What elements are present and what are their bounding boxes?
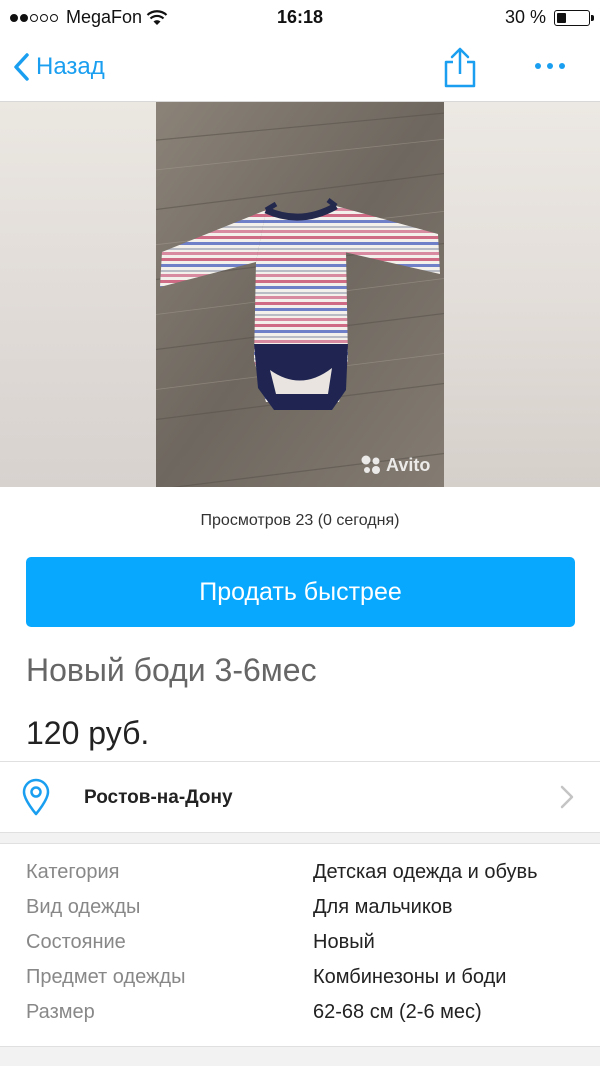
location-name: Ростов-на-Дону [84, 787, 233, 808]
location-pin-icon [22, 778, 50, 816]
param-value: Для мальчиков [313, 896, 453, 918]
product-photo [156, 102, 444, 487]
back-button[interactable]: Назад [12, 52, 105, 82]
param-value: Детская одежда и обувь [313, 861, 538, 883]
bottom-separator [0, 1046, 600, 1066]
back-label: Назад [36, 53, 105, 80]
battery-level [557, 12, 566, 23]
bodysuit-photo-image [156, 102, 444, 487]
battery-info: 30 % [504, 7, 594, 28]
battery-percent: 30 % [504, 7, 546, 27]
status-bar: MegaFon 16:18 30 % [0, 0, 600, 36]
param-label: Размер [26, 1001, 95, 1023]
location-row[interactable]: Ростов-на-Дону [0, 762, 600, 832]
listing-title: Новый боди 3-6мес [26, 652, 317, 688]
param-row: Категория Детская одежда и обувь [0, 856, 600, 891]
param-row: Размер 62-68 см (2-6 мес) [0, 996, 600, 1031]
params-list: Категория Детская одежда и обувь Вид оде… [0, 856, 600, 1031]
param-value: Новый [313, 931, 375, 953]
param-value: Комбинезоны и боди [313, 966, 507, 988]
param-label: Предмет одежды [26, 966, 186, 988]
listing-price: 120 руб. [26, 715, 150, 751]
share-button[interactable] [440, 46, 480, 90]
param-label: Вид одежды [26, 896, 141, 918]
photo-gallery[interactable]: Avito [0, 102, 600, 487]
param-label: Состояние [26, 931, 126, 953]
watermark-text: Avito [386, 454, 431, 475]
avito-watermark: Avito [360, 454, 430, 476]
param-row: Состояние Новый [0, 926, 600, 961]
sell-faster-button[interactable]: Продать быстрее [26, 557, 575, 627]
param-row: Вид одежды Для мальчиков [0, 891, 600, 926]
param-label: Категория [26, 861, 120, 883]
share-icon [444, 47, 476, 88]
param-row: Предмет одежды Комбинезоны и боди [0, 961, 600, 996]
param-value: 62-68 см (2-6 мес) [313, 1001, 482, 1023]
views-counter: Просмотров 23 (0 сегодня) [200, 512, 400, 529]
chevron-left-icon [14, 53, 29, 81]
more-icon [535, 63, 541, 69]
photo-side-blur-left [0, 102, 156, 487]
avito-logo-icon [361, 455, 380, 474]
more-button[interactable] [528, 54, 572, 78]
chevron-right-icon [560, 785, 574, 809]
battery-icon [554, 9, 594, 26]
photo-side-blur-right [444, 102, 600, 487]
navigation-bar: Назад [0, 36, 600, 102]
section-separator [0, 832, 600, 844]
